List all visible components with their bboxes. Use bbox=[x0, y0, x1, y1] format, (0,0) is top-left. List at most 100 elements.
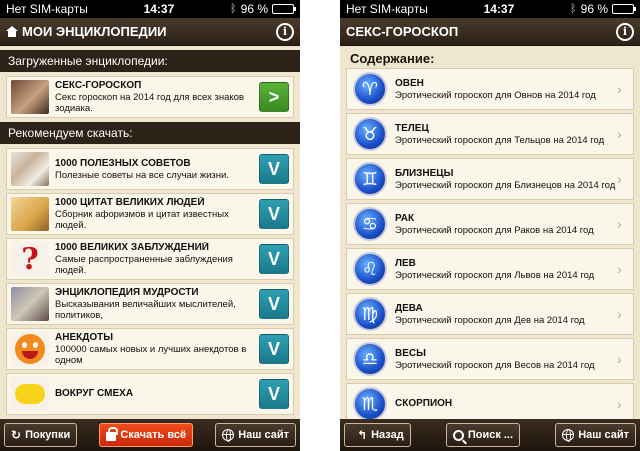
question-mark-icon: ? bbox=[11, 242, 49, 276]
recommended-list: 1000 ПОЛЕЗНЫХ СОВЕТОВ Полезные советы на… bbox=[0, 148, 300, 415]
bluetooth-icon: ᛒ bbox=[570, 3, 577, 15]
our-site-button[interactable]: Наш сайт bbox=[555, 423, 636, 447]
item-title: ВОКРУГ СМЕХА bbox=[55, 388, 134, 399]
list-item[interactable]: ♋ РАК Эротический гороскоп для Раков на 20… bbox=[346, 203, 634, 245]
list-item[interactable]: СЕКС-ГОРОСКОП Секс гороскоп на 2014 год … bbox=[6, 76, 294, 118]
item-title: 1000 ВЕЛИКИХ ЗАБЛУЖДЕНИЙ bbox=[55, 242, 209, 253]
contents-header: Содержание: bbox=[350, 51, 435, 66]
list-item[interactable]: ЭНЦИКЛОПЕДИЯ МУДРОСТИ Высказывания велич… bbox=[6, 283, 294, 325]
sign-title: БЛИЗНЕЦЫ bbox=[395, 167, 454, 179]
chevron-right-icon: › bbox=[617, 261, 622, 277]
nav-bar: СЕКС-ГОРОСКОП i bbox=[340, 18, 640, 46]
item-subtitle: 100000 самых новых и лучших анекдотов в … bbox=[55, 344, 247, 366]
item-title: 1000 ЦИТАТ ВЕЛИКИХ ЛЮДЕЙ bbox=[55, 197, 205, 208]
open-button[interactable]: > bbox=[259, 82, 289, 112]
list-item[interactable]: ♌ ЛЕВ Эротический гороскоп для Львов на 20… bbox=[346, 248, 634, 290]
our-site-label: Наш сайт bbox=[238, 429, 289, 441]
status-right: ᛒ 96 % bbox=[230, 2, 296, 16]
info-button[interactable]: i bbox=[616, 22, 634, 41]
list-item[interactable]: ♍ ДЕВА Эротический гороскоп для Дев на 201… bbox=[346, 293, 634, 335]
download-button[interactable]: V bbox=[259, 154, 289, 184]
back-label: Назад bbox=[371, 429, 404, 441]
taurus-icon: ♉ bbox=[353, 117, 387, 151]
libra-icon: ♎ bbox=[353, 342, 387, 376]
download-all-button[interactable]: Скачать всё bbox=[99, 423, 194, 447]
sign-title: ЛЕВ bbox=[395, 257, 416, 269]
chevron-right-icon: › bbox=[617, 396, 622, 412]
list-item[interactable]: ♎ ВЕСЫ Эротический гороскоп для Весов на 2… bbox=[346, 338, 634, 380]
bottom-toolbar: ↰ Назад Поиск ... Наш сайт bbox=[340, 419, 640, 451]
laughing-faces-icon bbox=[11, 377, 49, 411]
item-subtitle: Секс гороскоп на 2014 год для всех знако… bbox=[55, 92, 244, 114]
recommended-section-header: Рекомендуем скачать: bbox=[0, 122, 300, 144]
item-subtitle: Полезные советы на все случаи жизни. bbox=[55, 169, 229, 181]
sign-title: РАК bbox=[395, 212, 415, 224]
page-title: СЕКС-ГОРОСКОП bbox=[346, 24, 459, 39]
carrier-label: Нет SIM-карты bbox=[346, 2, 428, 16]
battery-percent: 96 % bbox=[240, 2, 268, 16]
cancer-icon: ♋ bbox=[353, 207, 387, 241]
chevron-right-icon: › bbox=[617, 171, 622, 187]
list-item[interactable]: АНЕКДОТЫ 100000 самых новых и лучших ане… bbox=[6, 328, 294, 370]
item-subtitle: Самые распространенные заблуждения людей… bbox=[55, 254, 233, 276]
list-item[interactable]: ♊ БЛИЗНЕЦЫ Эротический гороскоп для Близне… bbox=[346, 158, 634, 200]
search-icon bbox=[452, 429, 464, 441]
sign-title: ВЕСЫ bbox=[395, 347, 426, 359]
item-title: 1000 ПОЛЕЗНЫХ СОВЕТОВ bbox=[55, 157, 191, 169]
couple-thumbnail bbox=[11, 80, 49, 114]
item-subtitle: Сборник афоризмов и цитат известных люде… bbox=[55, 209, 229, 231]
chevron-right-icon: › bbox=[617, 351, 622, 367]
scorpio-icon: ♏ bbox=[353, 387, 387, 421]
list-item[interactable]: ВОКРУГ СМЕХА V bbox=[6, 373, 294, 415]
refresh-icon: ↻ bbox=[11, 428, 22, 442]
people-thumbnail bbox=[11, 152, 49, 186]
download-button[interactable]: V bbox=[259, 334, 289, 364]
page-title-text: МОИ ЭНЦИКЛОПЕДИИ bbox=[22, 24, 167, 39]
status-bar: Нет SIM-карты 14:37 ᛒ 96 % bbox=[340, 0, 640, 18]
list-item[interactable]: ♈ ОВЕН Эротический гороскоп для Овнов на 2… bbox=[346, 68, 634, 110]
nav-bar: МОИ ЭНЦИКЛОПЕДИИ i bbox=[0, 18, 300, 46]
battery-percent: 96 % bbox=[580, 2, 608, 16]
list-item[interactable]: ♉ ТЕЛЕЦ Эротический гороскоп для Тельцов н… bbox=[346, 113, 634, 155]
download-button[interactable]: V bbox=[259, 379, 289, 409]
purchases-label: Покупки bbox=[25, 429, 71, 441]
info-button[interactable]: i bbox=[276, 22, 294, 41]
lock-icon bbox=[106, 427, 119, 441]
download-button[interactable]: V bbox=[259, 199, 289, 229]
bottom-toolbar: ↻ Покупки Скачать всё Наш сайт bbox=[0, 419, 300, 451]
virgo-icon: ♍ bbox=[353, 297, 387, 331]
download-button[interactable]: V bbox=[259, 244, 289, 274]
battery-icon bbox=[612, 4, 636, 14]
item-title: ЭНЦИКЛОПЕДИЯ МУДРОСТИ bbox=[55, 287, 199, 298]
back-button[interactable]: ↰ Назад bbox=[344, 423, 411, 447]
status-bar: Нет SIM-карты 14:37 ᛒ 96 % bbox=[0, 0, 300, 18]
download-button[interactable]: V bbox=[259, 289, 289, 319]
purchases-button[interactable]: ↻ Покупки bbox=[4, 423, 78, 447]
our-site-button[interactable]: Наш сайт bbox=[215, 423, 296, 447]
globe-icon bbox=[562, 429, 575, 442]
sign-title: ОВЕН bbox=[395, 77, 424, 89]
clock: 14:37 bbox=[483, 2, 515, 16]
list-item[interactable]: 1000 ЦИТАТ ВЕЛИКИХ ЛЮДЕЙ Сборник афоризм… bbox=[6, 193, 294, 235]
sign-title: ТЕЛЕЦ bbox=[395, 122, 429, 134]
item-title: АНЕКДОТЫ bbox=[55, 332, 114, 343]
sign-title: СКОРПИОН bbox=[395, 398, 453, 409]
back-arrow-icon: ↰ bbox=[357, 428, 368, 442]
sign-title: ДЕВА bbox=[395, 302, 423, 314]
list-item[interactable]: ? 1000 ВЕЛИКИХ ЗАБЛУЖДЕНИЙ Самые распрос… bbox=[6, 238, 294, 280]
sign-subtitle: Эротический гороскоп для Дев на 2014 год bbox=[395, 314, 585, 326]
carrier-label: Нет SIM-карты bbox=[6, 2, 88, 16]
smiley-icon bbox=[11, 332, 49, 366]
sign-subtitle: Эротический гороскоп для Весов на 2014 г… bbox=[395, 359, 595, 371]
downloaded-list: СЕКС-ГОРОСКОП Секс гороскоп на 2014 год … bbox=[0, 76, 300, 118]
list-item[interactable]: 1000 ПОЛЕЗНЫХ СОВЕТОВ Полезные советы на… bbox=[6, 148, 294, 190]
clock: 14:37 bbox=[143, 2, 175, 16]
search-button[interactable]: Поиск ... bbox=[445, 423, 521, 447]
globe-icon bbox=[222, 429, 235, 442]
chevron-right-icon: › bbox=[617, 306, 622, 322]
sign-subtitle: Эротический гороскоп для Овнов на 2014 г… bbox=[395, 89, 596, 101]
bluetooth-icon: ᛒ bbox=[230, 3, 237, 15]
battery-icon bbox=[272, 4, 296, 14]
sign-subtitle: Эротический гороскоп для Близнецов на 20… bbox=[395, 179, 616, 191]
home-icon[interactable] bbox=[6, 26, 18, 37]
